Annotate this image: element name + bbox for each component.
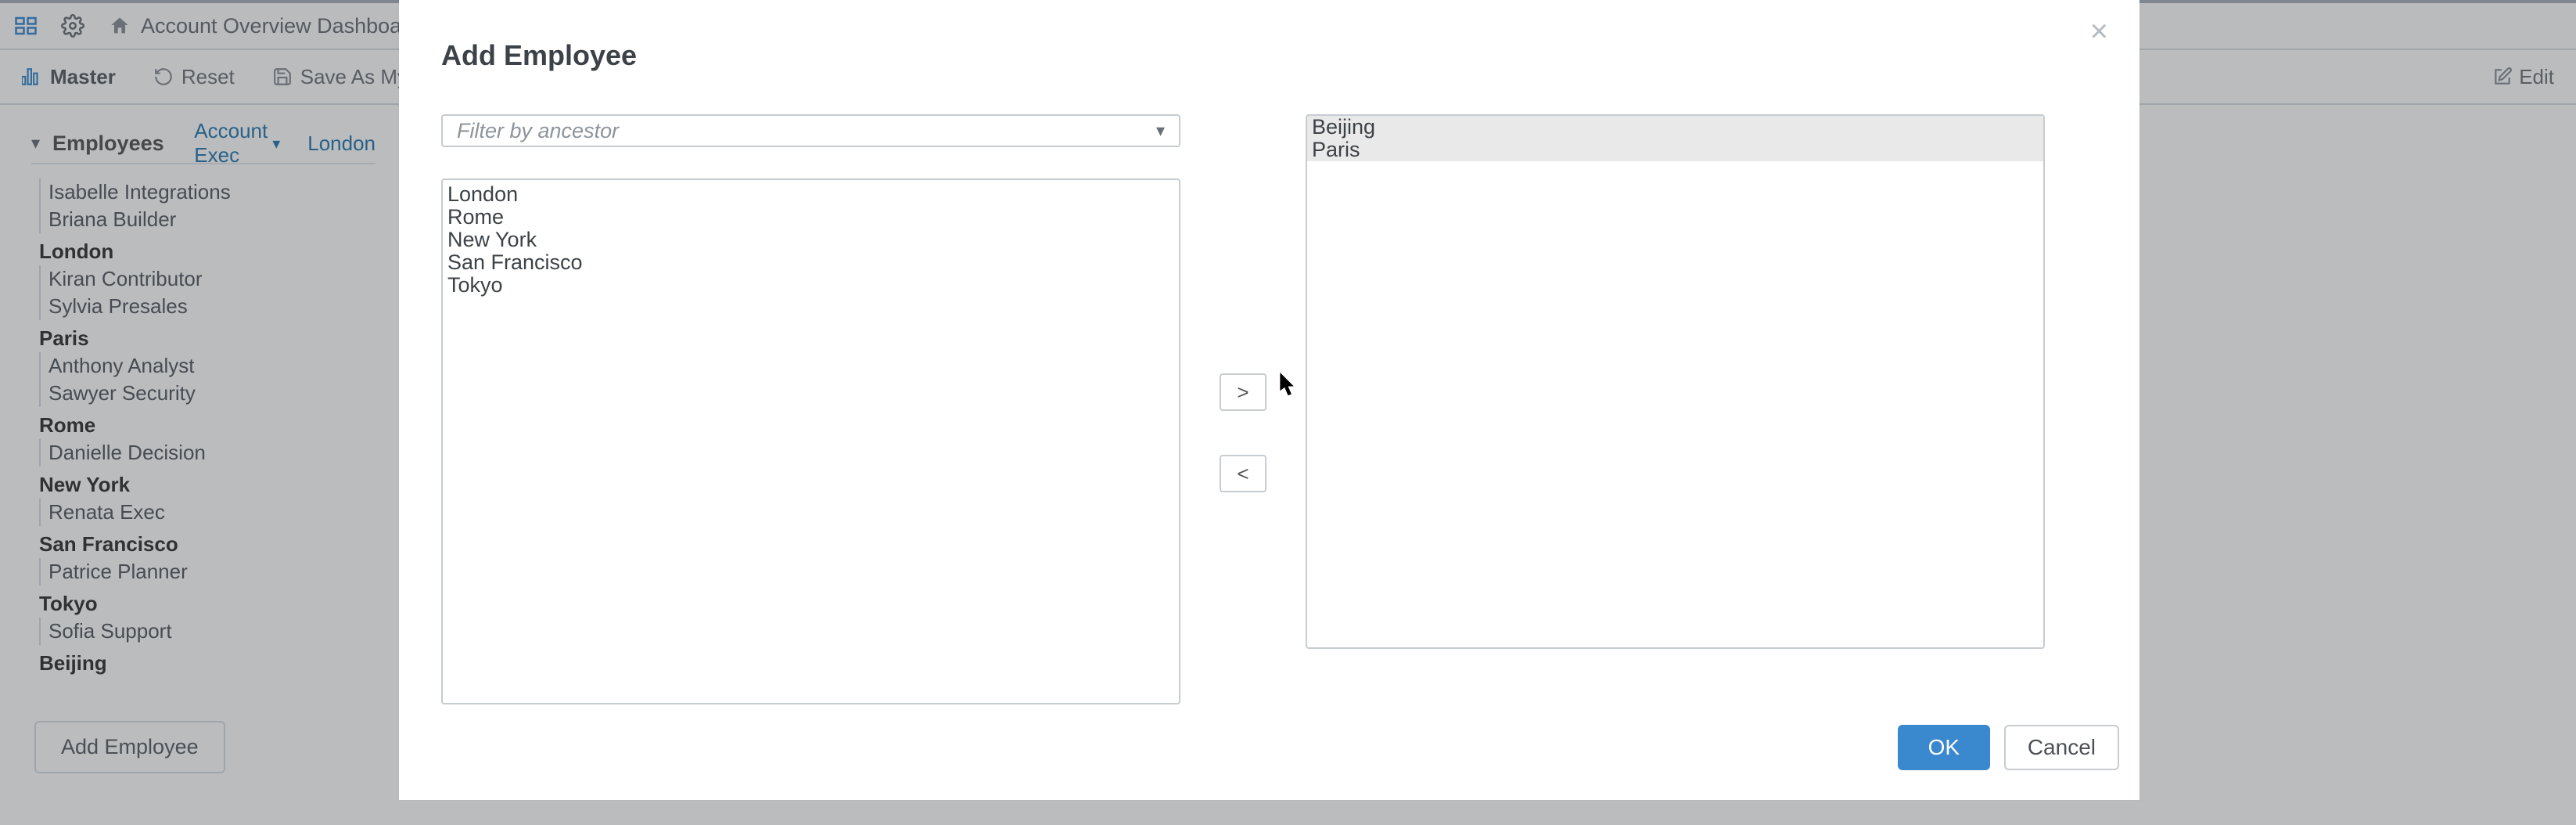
caret-down-icon: ▾ — [1156, 121, 1165, 141]
dialog-body: Filter by ancestor ▾ LondonRomeNew YorkS… — [399, 80, 2139, 704]
chevron-right-icon: > — [1237, 380, 1248, 405]
available-option[interactable]: New York — [443, 229, 1179, 251]
add-employee-dialog: Add Employee × Filter by ancestor ▾ Lond… — [399, 0, 2139, 800]
add-to-selected-button[interactable]: > — [1220, 373, 1266, 411]
modal-overlay: Add Employee × Filter by ancestor ▾ Lond… — [0, 0, 2576, 825]
dialog-title: Add Employee — [441, 39, 637, 72]
selected-listbox[interactable]: BeijingParis — [1306, 114, 2045, 649]
dual-list-picker: Filter by ancestor ▾ LondonRomeNew YorkS… — [441, 114, 2097, 704]
mover-buttons: > < — [1204, 161, 1282, 704]
filter-placeholder: Filter by ancestor — [457, 119, 619, 143]
chevron-left-icon: < — [1237, 462, 1248, 486]
dialog-header: Add Employee × — [399, 0, 2139, 80]
ancestor-filter-dropdown[interactable]: Filter by ancestor ▾ — [441, 114, 1180, 147]
selected-option[interactable]: Paris — [1307, 139, 2043, 161]
ok-button[interactable]: OK — [1898, 725, 1990, 770]
available-option[interactable]: San Francisco — [443, 251, 1179, 274]
available-listbox[interactable]: LondonRomeNew YorkSan FranciscoTokyo — [441, 178, 1180, 704]
cancel-button[interactable]: Cancel — [2004, 725, 2119, 770]
available-option[interactable]: Tokyo — [443, 274, 1179, 297]
close-icon: × — [2090, 14, 2108, 49]
available-column: Filter by ancestor ▾ LondonRomeNew YorkS… — [441, 114, 1180, 704]
selected-option[interactable]: Beijing — [1307, 116, 2043, 139]
available-option[interactable]: Rome — [443, 206, 1179, 229]
available-option[interactable]: London — [443, 183, 1179, 206]
dialog-footer: OK Cancel — [399, 704, 2139, 800]
remove-from-selected-button[interactable]: < — [1220, 455, 1266, 492]
selected-column: BeijingParis — [1306, 114, 2045, 704]
close-button[interactable]: × — [2087, 16, 2111, 47]
